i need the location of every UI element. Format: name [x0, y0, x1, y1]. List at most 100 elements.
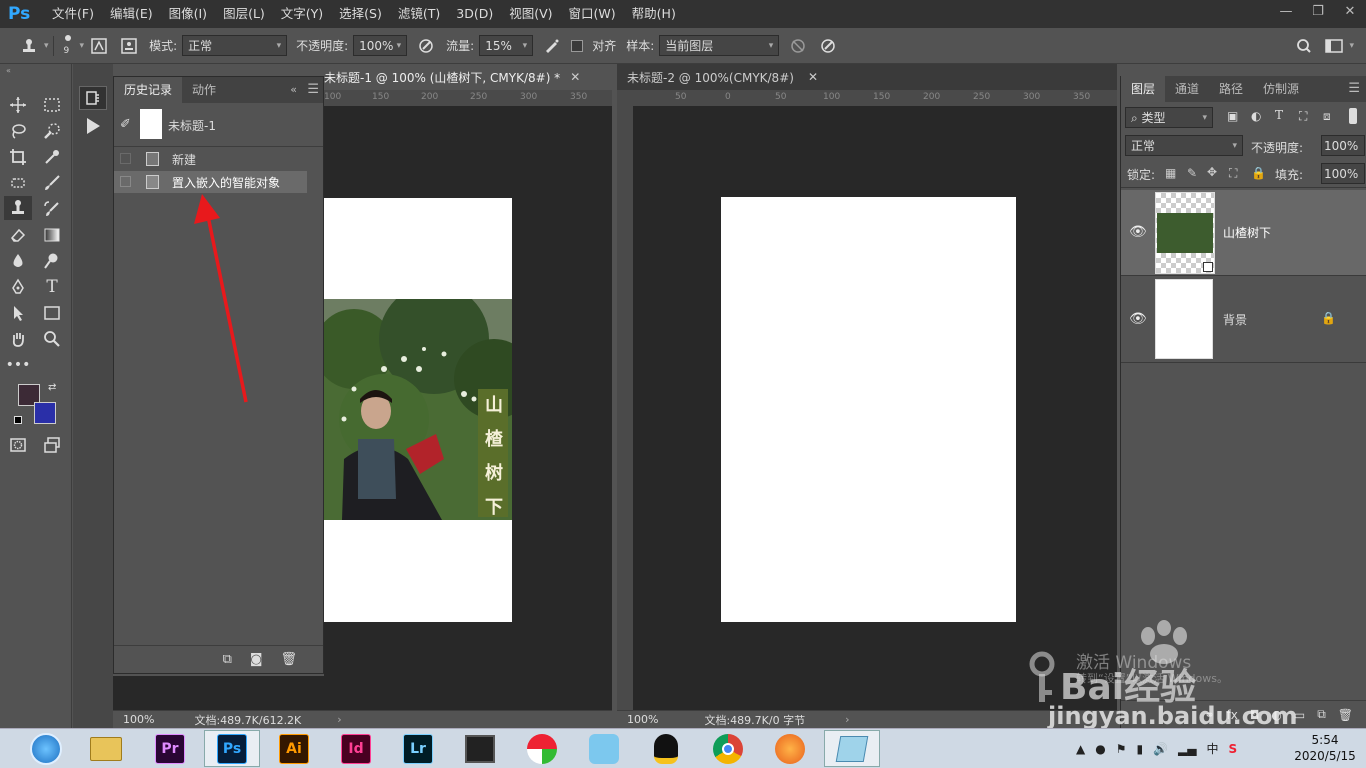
clock[interactable]: 5:54 2020/5/15 [1294, 732, 1356, 764]
layer-row[interactable]: 👁 山楂树下 [1121, 190, 1366, 276]
taskbar-app-umbrella[interactable] [514, 730, 570, 767]
taskbar-app-bird[interactable] [576, 730, 632, 767]
eraser-tool-icon[interactable] [6, 224, 30, 246]
tab-channels[interactable]: 通道 [1165, 76, 1209, 102]
crop-tool-icon[interactable] [6, 146, 30, 168]
menu-view[interactable]: 视图(V) [501, 0, 560, 28]
close-tab-icon[interactable]: ✕ [570, 70, 580, 84]
close-tab-icon[interactable]: ✕ [808, 70, 818, 84]
opacity-input[interactable]: 100% ▾ [353, 35, 408, 56]
lock-all-icon[interactable]: 🔒 [1251, 166, 1266, 180]
eye-icon[interactable]: 👁 [1129, 311, 1147, 327]
sogou-ime-icon[interactable]: S [1229, 742, 1238, 756]
marquee-tool-icon[interactable] [40, 94, 64, 116]
tab-paths[interactable]: 路径 [1209, 76, 1253, 102]
taskbar-notepad[interactable] [824, 730, 880, 767]
smart-object-filter-icon[interactable]: ⧈ [1323, 109, 1331, 124]
flow-input[interactable]: 15% ▾ [479, 35, 534, 56]
menu-edit[interactable]: 编辑(E) [102, 0, 161, 28]
chevron-down-icon[interactable]: ▾ [1349, 41, 1354, 51]
tab-document-2[interactable]: 未标题-2 @ 100%(CMYK/8#) ✕ [617, 64, 1117, 90]
taskbar-chrome[interactable] [700, 730, 756, 767]
tab-layers[interactable]: 图层 [1121, 76, 1166, 102]
history-source-checkbox[interactable] [120, 176, 131, 187]
menu-image[interactable]: 图像(I) [161, 0, 215, 28]
taskbar-indesign[interactable]: Id [328, 730, 384, 767]
menu-file[interactable]: 文件(F) [44, 0, 102, 28]
filter-toggle-icon[interactable] [1349, 108, 1357, 124]
taskbar-video-player[interactable] [452, 730, 508, 767]
sample-select[interactable]: 当前图层 ▾ [659, 35, 780, 56]
smart-object-photo[interactable]: 山 楂 树 下 [324, 299, 512, 520]
pressure-opacity-icon[interactable] [415, 35, 437, 57]
panel-menu-icon[interactable]: ☰ [1348, 81, 1360, 96]
move-tool-icon[interactable] [6, 94, 30, 116]
new-document-from-state-icon[interactable]: ⧉ [223, 652, 232, 667]
tray-expand-icon[interactable]: ▲ [1076, 742, 1085, 756]
rectangle-tool-icon[interactable] [40, 302, 64, 324]
brush-size-picker[interactable]: 9 [58, 31, 80, 61]
menu-help[interactable]: 帮助(H) [624, 0, 684, 28]
history-brush-tool-icon[interactable] [40, 198, 64, 220]
align-checkbox[interactable] [571, 39, 584, 52]
history-source-checkbox[interactable] [120, 153, 131, 164]
taskbar-illustrator[interactable]: Ai [266, 730, 322, 767]
type-tool-icon[interactable]: T [40, 276, 64, 298]
close-icon[interactable]: ✕ [1334, 0, 1366, 22]
path-selection-tool-icon[interactable] [6, 302, 30, 324]
lasso-tool-icon[interactable] [6, 120, 30, 142]
ime-indicator[interactable]: 中 [1207, 740, 1219, 757]
taskbar-lightroom[interactable]: Lr [390, 730, 446, 767]
new-group-icon[interactable]: ▭ [1294, 708, 1305, 722]
brush-settings-icon[interactable] [88, 35, 110, 57]
new-layer-icon[interactable]: ⧉ [1317, 707, 1326, 722]
taskbar-explorer[interactable] [78, 730, 134, 767]
canvas-artboard[interactable] [721, 197, 1016, 622]
history-snapshot[interactable]: ✐ 未标题-1 [114, 103, 323, 147]
camera-icon[interactable]: ◙ [250, 652, 263, 667]
chevron-down-icon[interactable]: ▾ [80, 41, 85, 51]
clone-stamp-tool-icon[interactable] [4, 196, 32, 220]
minimize-icon[interactable]: — [1270, 0, 1302, 22]
lock-position-icon[interactable]: ✥ [1207, 165, 1217, 179]
adjustment-filter-icon[interactable]: ◐ [1251, 109, 1261, 123]
history-brush-source-icon[interactable]: ✐ [120, 117, 131, 132]
collapse-panel-icon[interactable]: « [290, 83, 297, 96]
type-filter-icon[interactable]: T [1275, 108, 1283, 122]
image-filter-icon[interactable]: ▣ [1227, 109, 1238, 123]
layer-opacity-input[interactable]: 100% [1321, 135, 1365, 156]
taskbar-qq[interactable] [638, 730, 694, 767]
clone-source-panel-icon[interactable] [118, 35, 140, 57]
lock-transparent-icon[interactable]: ▦ [1165, 166, 1176, 180]
menu-type[interactable]: 文字(Y) [273, 0, 331, 28]
link-layers-icon[interactable]: ⚭ [1204, 708, 1214, 722]
blur-tool-icon[interactable] [6, 250, 30, 272]
pressure-size-icon[interactable] [817, 35, 839, 57]
workspace-icon[interactable] [1323, 35, 1345, 57]
shape-filter-icon[interactable]: ⛶ [1299, 109, 1307, 124]
zoom-level[interactable]: 100% [627, 713, 658, 726]
menu-filter[interactable]: 滤镜(T) [390, 0, 448, 28]
tab-document-1[interactable]: 未标题-1 @ 100% (山楂树下, CMYK/8#) * ✕ [324, 64, 612, 90]
chevron-right-icon[interactable]: › [337, 713, 341, 726]
volume-icon[interactable]: 🔊 [1153, 742, 1168, 756]
blend-mode-select[interactable]: 正常 ▾ [1125, 135, 1243, 156]
restore-icon[interactable]: ❐ [1302, 0, 1334, 22]
chevron-right-icon[interactable]: › [845, 713, 849, 726]
mode-select[interactable]: 正常 ▾ [182, 35, 288, 56]
taskbar-photoshop[interactable]: Ps [204, 730, 260, 767]
battery-icon[interactable]: ▮ [1136, 742, 1143, 756]
history-panel-icon[interactable] [79, 86, 107, 110]
menu-select[interactable]: 选择(S) [331, 0, 390, 28]
quick-mask-icon[interactable] [6, 434, 30, 456]
tab-clone-source[interactable]: 仿制源 [1253, 76, 1309, 102]
quick-select-tool-icon[interactable] [40, 120, 64, 142]
panel-menu-icon[interactable]: ☰ [307, 82, 319, 97]
zoom-level[interactable]: 100% [123, 713, 154, 726]
adjustment-layer-icon[interactable]: ◐ [1271, 708, 1281, 722]
menu-window[interactable]: 窗口(W) [561, 0, 624, 28]
history-item[interactable]: 新建 [114, 147, 323, 171]
clone-stamp-preset-icon[interactable] [18, 35, 40, 57]
menu-3d[interactable]: 3D(D) [448, 0, 501, 28]
airbrush-icon[interactable] [541, 35, 563, 57]
